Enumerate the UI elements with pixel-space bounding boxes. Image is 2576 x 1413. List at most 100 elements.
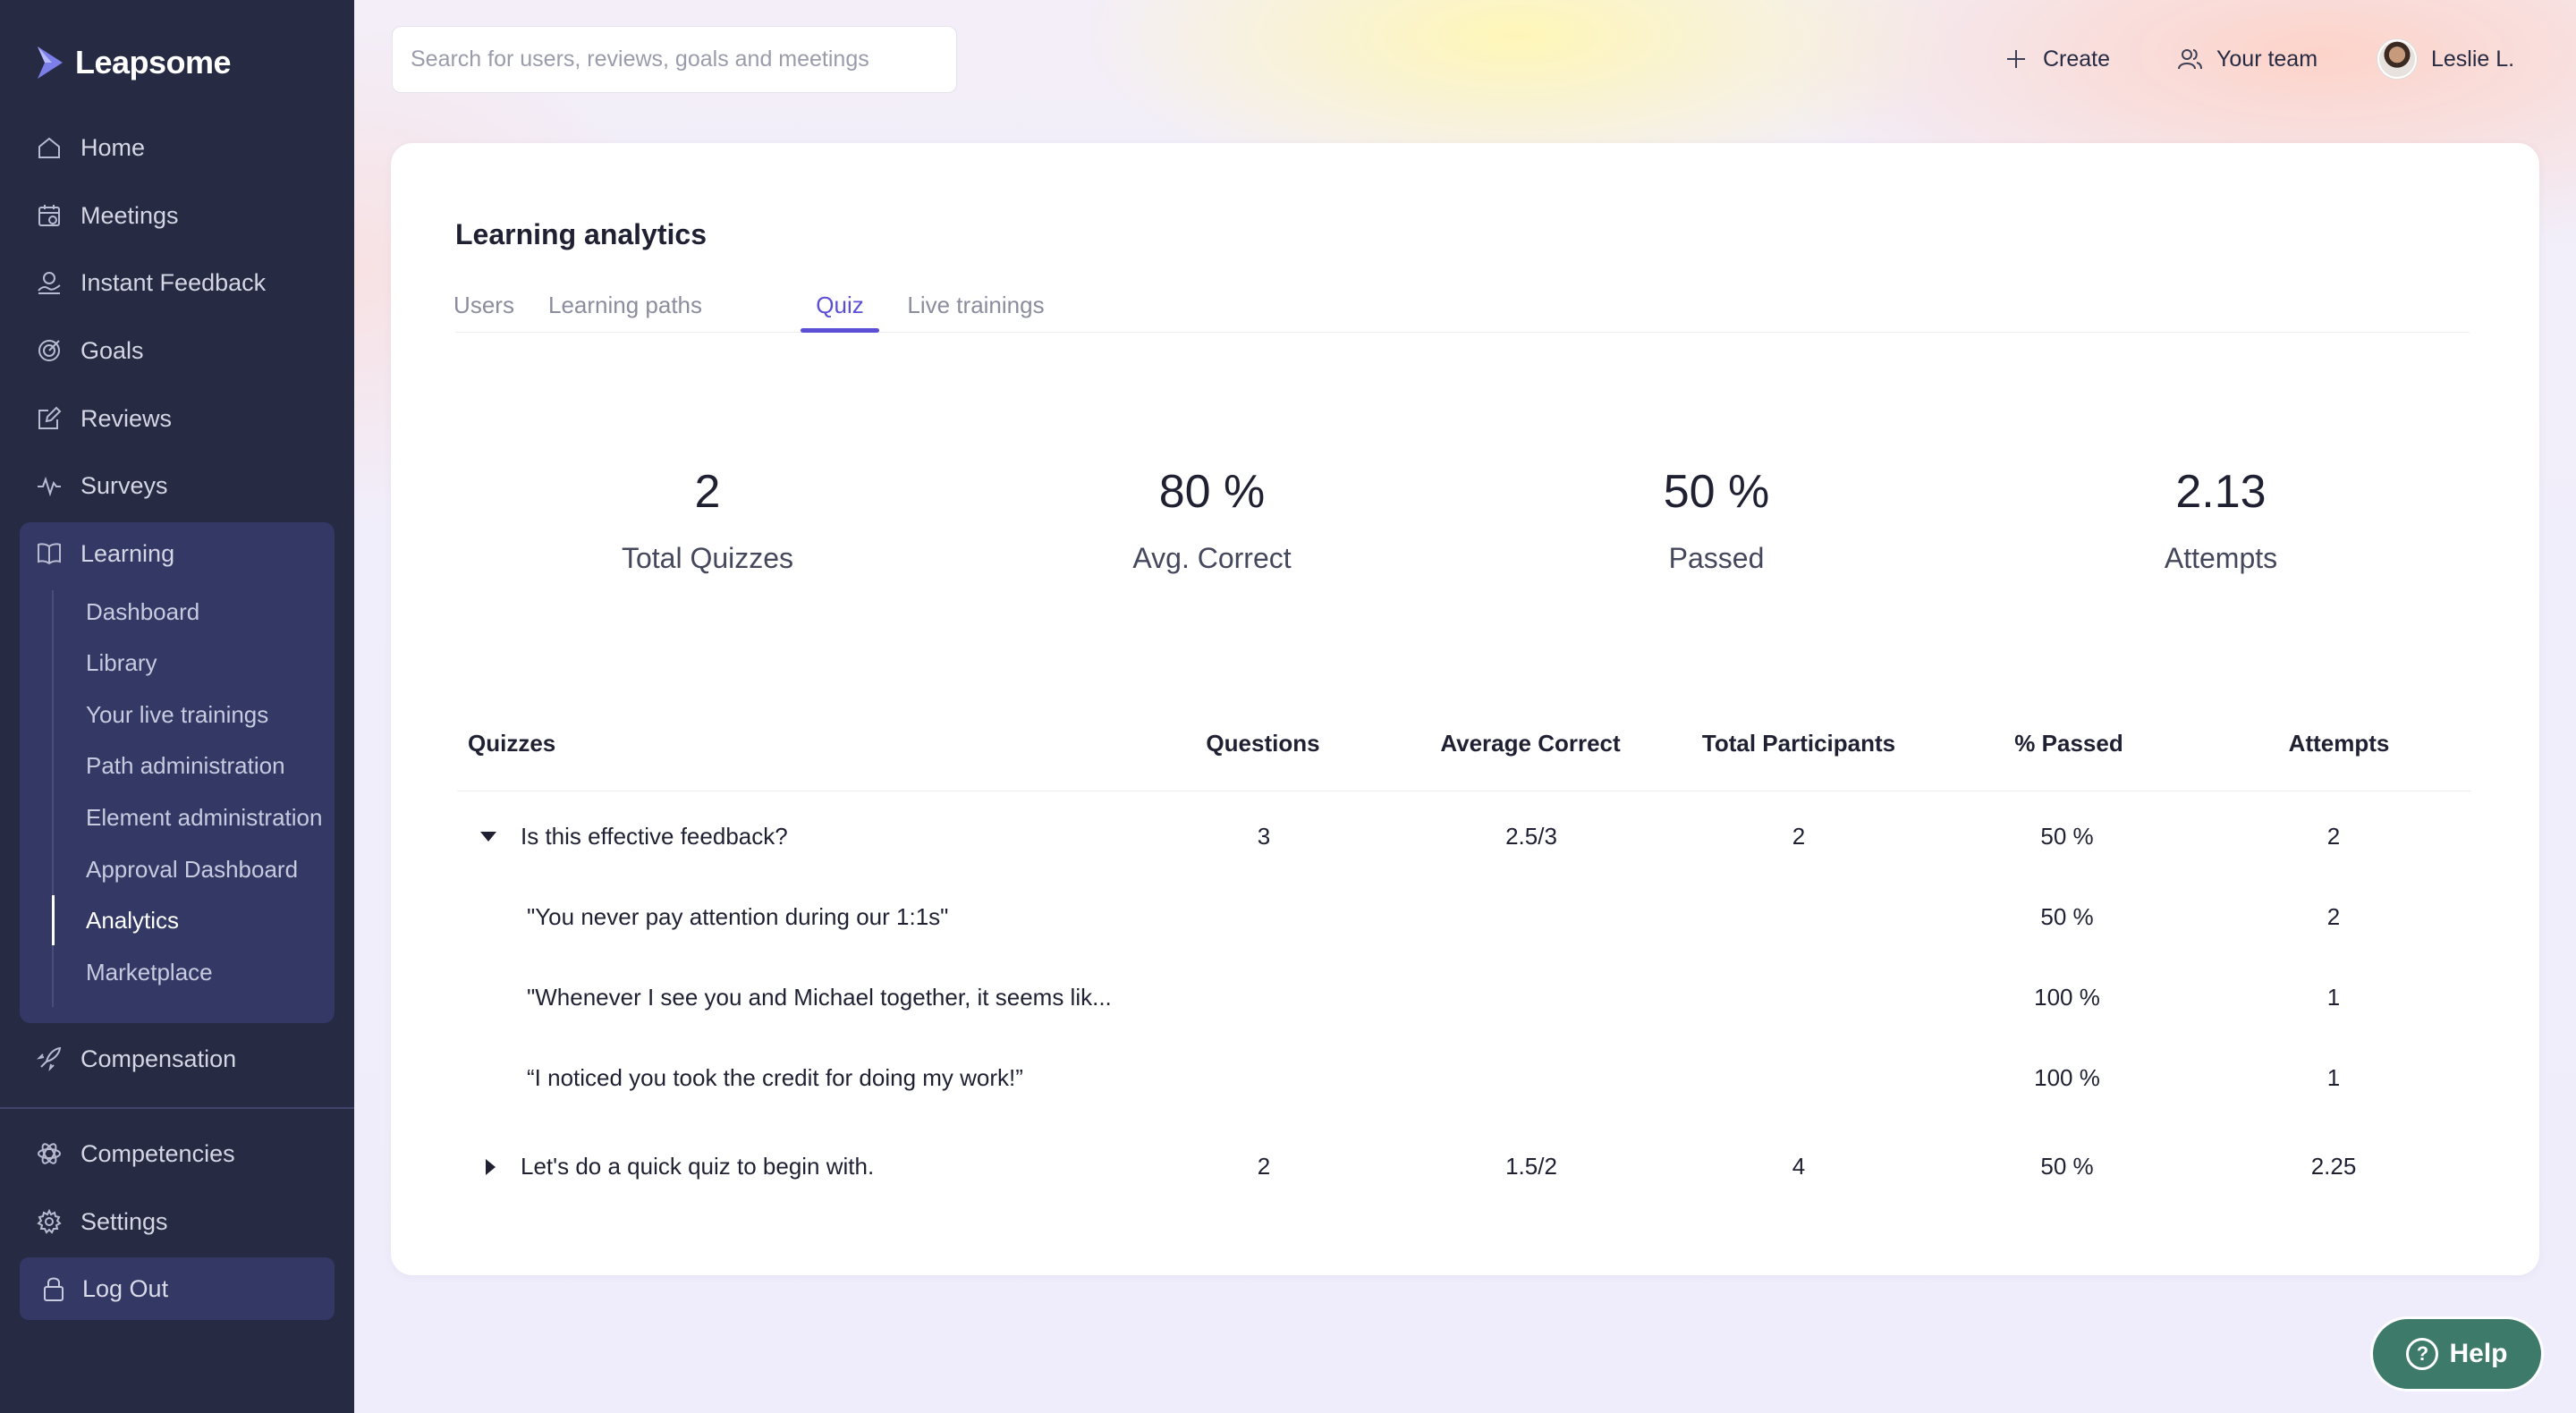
leapsome-logo[interactable]: Leapsome [36, 39, 232, 86]
page-title: Learning analytics [455, 218, 707, 250]
brand-name: Leapsome [75, 44, 232, 80]
book-icon [38, 543, 61, 565]
sidebar-subitem-library[interactable]: Library [86, 641, 157, 684]
average-correct-cell: 1.5/2 [1505, 1153, 1557, 1180]
user-menu[interactable]: Leslie L. [2377, 36, 2514, 82]
pulse-icon [38, 476, 61, 497]
quiz-name[interactable]: Let's do a quick quiz to begin with. [521, 1153, 874, 1180]
question-text: "Whenever I see you and Michael together… [527, 984, 1112, 1011]
attempts-cell: 1 [2326, 984, 2341, 1011]
sidebar-item-meetings[interactable]: Meetings [36, 190, 179, 241]
attempts-cell: 2 [2326, 903, 2341, 930]
sidebar-item-label: Compensation [80, 1045, 237, 1072]
sidebar-item-goals[interactable]: Goals [36, 326, 144, 376]
your-team-button[interactable]: Your team [2177, 36, 2318, 82]
questions-cell: 2 [1257, 1153, 1271, 1180]
participants-cell: 2 [1792, 823, 1806, 850]
create-button[interactable]: Create [2004, 36, 2110, 82]
sidebar-item-instant-feedback[interactable]: Instant Feedback [36, 258, 266, 308]
rocket-icon [36, 1046, 62, 1072]
logout-button[interactable]: Log Out [20, 1257, 335, 1320]
stat-total-quizzes: 2 Total Quizzes [520, 465, 895, 575]
column-header-average-correct[interactable]: Average Correct [1440, 730, 1620, 757]
stat-label: Attempts [2164, 542, 2278, 574]
search-input[interactable] [392, 26, 957, 93]
tab-learning-paths[interactable]: Learning paths [543, 277, 708, 333]
sidebar-item-label: Instant Feedback [80, 268, 267, 296]
column-header-attempts[interactable]: Attempts [2289, 730, 2390, 757]
sidebar-item-label: Meetings [80, 201, 179, 229]
calendar-icon [38, 205, 60, 226]
participants-cell: 4 [1792, 1153, 1806, 1180]
stat-passed: 50 % Passed [1529, 465, 1904, 575]
sidebar-item-learning[interactable]: Learning [36, 529, 174, 579]
stat-label: Total Quizzes [621, 542, 794, 574]
avatar [2377, 39, 2417, 79]
quiz-name[interactable]: Is this effective feedback? [521, 823, 788, 850]
sidebar-item-reviews[interactable]: Reviews [36, 393, 172, 444]
team-icon [2178, 49, 2202, 70]
attempts-cell: 2 [2326, 823, 2341, 850]
sidebar-subitem-live-trainings[interactable]: Your live trainings [86, 693, 268, 736]
edit-icon [38, 406, 62, 429]
sidebar-item-surveys[interactable]: Surveys [36, 461, 168, 511]
expand-caret-icon[interactable] [486, 1159, 496, 1175]
sidebar-item-label: Reviews [80, 404, 173, 432]
question-text: “I noticed you took the credit for doing… [527, 1064, 1023, 1091]
help-button[interactable]: ? Help [2370, 1316, 2544, 1392]
passed-cell: 50 % [2040, 823, 2094, 850]
plus-icon [2007, 50, 2025, 68]
stat-value: 80 % [1158, 466, 1266, 518]
stat-avg-correct: 80 % Avg. Correct [1024, 465, 1400, 575]
column-header-total-participants[interactable]: Total Participants [1702, 730, 1895, 757]
tab-users[interactable]: Users [453, 277, 514, 333]
attempts-cell: 1 [2326, 1064, 2341, 1091]
stat-attempts: 2.13 Attempts [2033, 465, 2409, 575]
leapsome-logo-icon [38, 47, 63, 79]
sidebar-item-label: Competencies [80, 1139, 235, 1167]
collapse-caret-icon[interactable] [480, 832, 496, 842]
analytics-card: Learning analytics Users Learning paths … [391, 143, 2539, 1275]
sidebar-item-label: Settings [80, 1207, 168, 1235]
lock-icon [44, 1277, 64, 1301]
stat-value: 2.13 [2175, 466, 2267, 518]
column-header-questions[interactable]: Questions [1206, 730, 1319, 757]
stat-label: Passed [1668, 542, 1765, 574]
sidebar-subitem-marketplace[interactable]: Marketplace [86, 951, 213, 994]
tab-quiz[interactable]: Quiz [801, 277, 879, 333]
sidebar-item-home[interactable]: Home [36, 123, 145, 173]
sidebar-subitem-dashboard[interactable]: Dashboard [86, 590, 199, 633]
column-header-quizzes[interactable]: Quizzes [468, 730, 555, 757]
active-tab-indicator [801, 328, 879, 333]
user-name: Leslie L. [2431, 46, 2515, 72]
sidebar-item-settings[interactable]: Settings [36, 1197, 168, 1247]
atom-icon [38, 1143, 61, 1164]
questions-cell: 3 [1257, 823, 1271, 850]
sidebar-subitem-path-administration[interactable]: Path administration [86, 744, 285, 787]
passed-cell: 50 % [2040, 903, 2094, 930]
passed-cell: 100 % [2034, 1064, 2100, 1091]
stat-value: 50 % [1663, 466, 1770, 518]
column-header-passed[interactable]: % Passed [2014, 730, 2123, 757]
sidebar-item-compensation[interactable]: Compensation [36, 1034, 236, 1084]
sidebar-subitem-element-administration[interactable]: Element administration [86, 796, 322, 839]
sidebar-item-competencies[interactable]: Competencies [36, 1129, 235, 1179]
gear-icon [37, 1208, 62, 1234]
sidebar-item-label: Home [80, 133, 146, 161]
sidebar-divider [0, 1107, 354, 1109]
logout-label: Log Out [82, 1274, 169, 1302]
average-correct-cell: 2.5/3 [1505, 823, 1557, 850]
sidebar-subitem-analytics[interactable]: Analytics [86, 899, 179, 942]
passed-cell: 100 % [2034, 984, 2100, 1011]
your-team-label: Your team [2216, 46, 2318, 72]
analytics-tabs: Users Learning paths Quiz Live trainings [453, 277, 2470, 333]
stat-label: Avg. Correct [1132, 542, 1292, 574]
feedback-icon [38, 272, 61, 294]
sidebar-subitem-approval-dashboard[interactable]: Approval Dashboard [86, 848, 298, 891]
tab-live-trainings[interactable]: Live trainings [897, 277, 1055, 333]
question-icon: ? [2406, 1338, 2439, 1370]
target-icon [38, 340, 60, 361]
stat-value: 2 [694, 466, 721, 518]
passed-cell: 50 % [2040, 1153, 2094, 1180]
sidebar: Leapsome Home Meetings Instant Feedback … [0, 0, 354, 1413]
